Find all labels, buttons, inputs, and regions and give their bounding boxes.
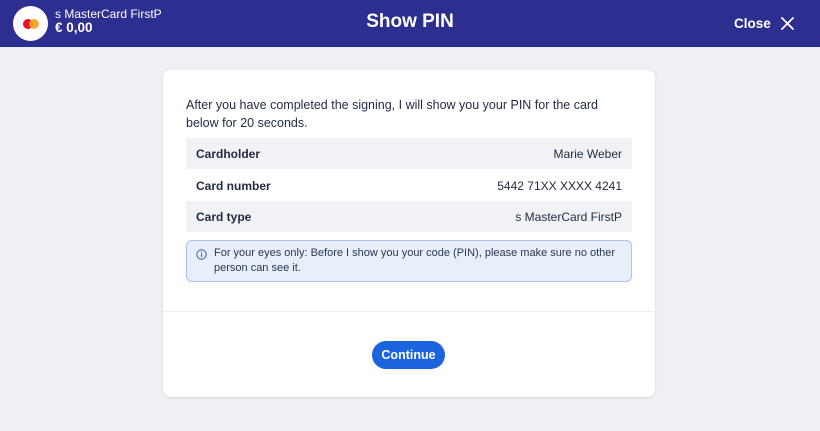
show-pin-dialog: After you have completed the signing, I … [163,70,655,397]
privacy-notice: For your eyes only: Before I show you yo… [186,240,632,282]
intro-text: After you have completed the signing, I … [186,98,599,130]
detail-row-card-type: Card type s MasterCard FirstP [186,201,632,232]
detail-label: Card type [196,209,252,224]
notice-text: For your eyes only: Before I show you yo… [214,247,616,274]
detail-value: s MasterCard FirstP [515,209,622,224]
top-bar: s MasterCard FirstP € 0,00 Show PIN Clos… [0,0,820,47]
detail-value: Marie Weber [553,146,622,161]
close-label: Close [734,15,771,31]
close-icon [780,16,794,30]
detail-value: 5442 71XX XXXX 4241 [497,178,622,193]
detail-label: Cardholder [196,146,261,161]
detail-row-cardholder: Cardholder Marie Weber [186,138,632,169]
close-button[interactable]: Close [734,12,794,34]
detail-row-card-number: Card number 5442 71XX XXXX 4241 [186,170,632,201]
divider [163,311,655,312]
detail-label: Card number [196,178,271,193]
page-title: Show PIN [366,11,454,32]
info-icon [196,249,207,260]
continue-button[interactable]: Continue [372,341,445,369]
